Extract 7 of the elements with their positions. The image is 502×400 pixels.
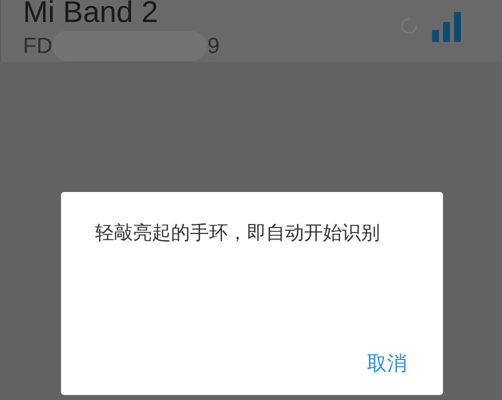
signal-icon xyxy=(432,12,462,42)
device-name: Mi Band 2 xyxy=(23,0,160,29)
cancel-button[interactable]: 取消 xyxy=(367,350,407,377)
device-row[interactable]: Mi Band 2 FD 9 xyxy=(0,0,502,62)
device-id-text: FD xyxy=(23,33,52,59)
dialog-message: 轻敲亮起的手环，即自动开始识别 xyxy=(95,221,381,246)
device-id-text: 9 xyxy=(207,33,220,59)
